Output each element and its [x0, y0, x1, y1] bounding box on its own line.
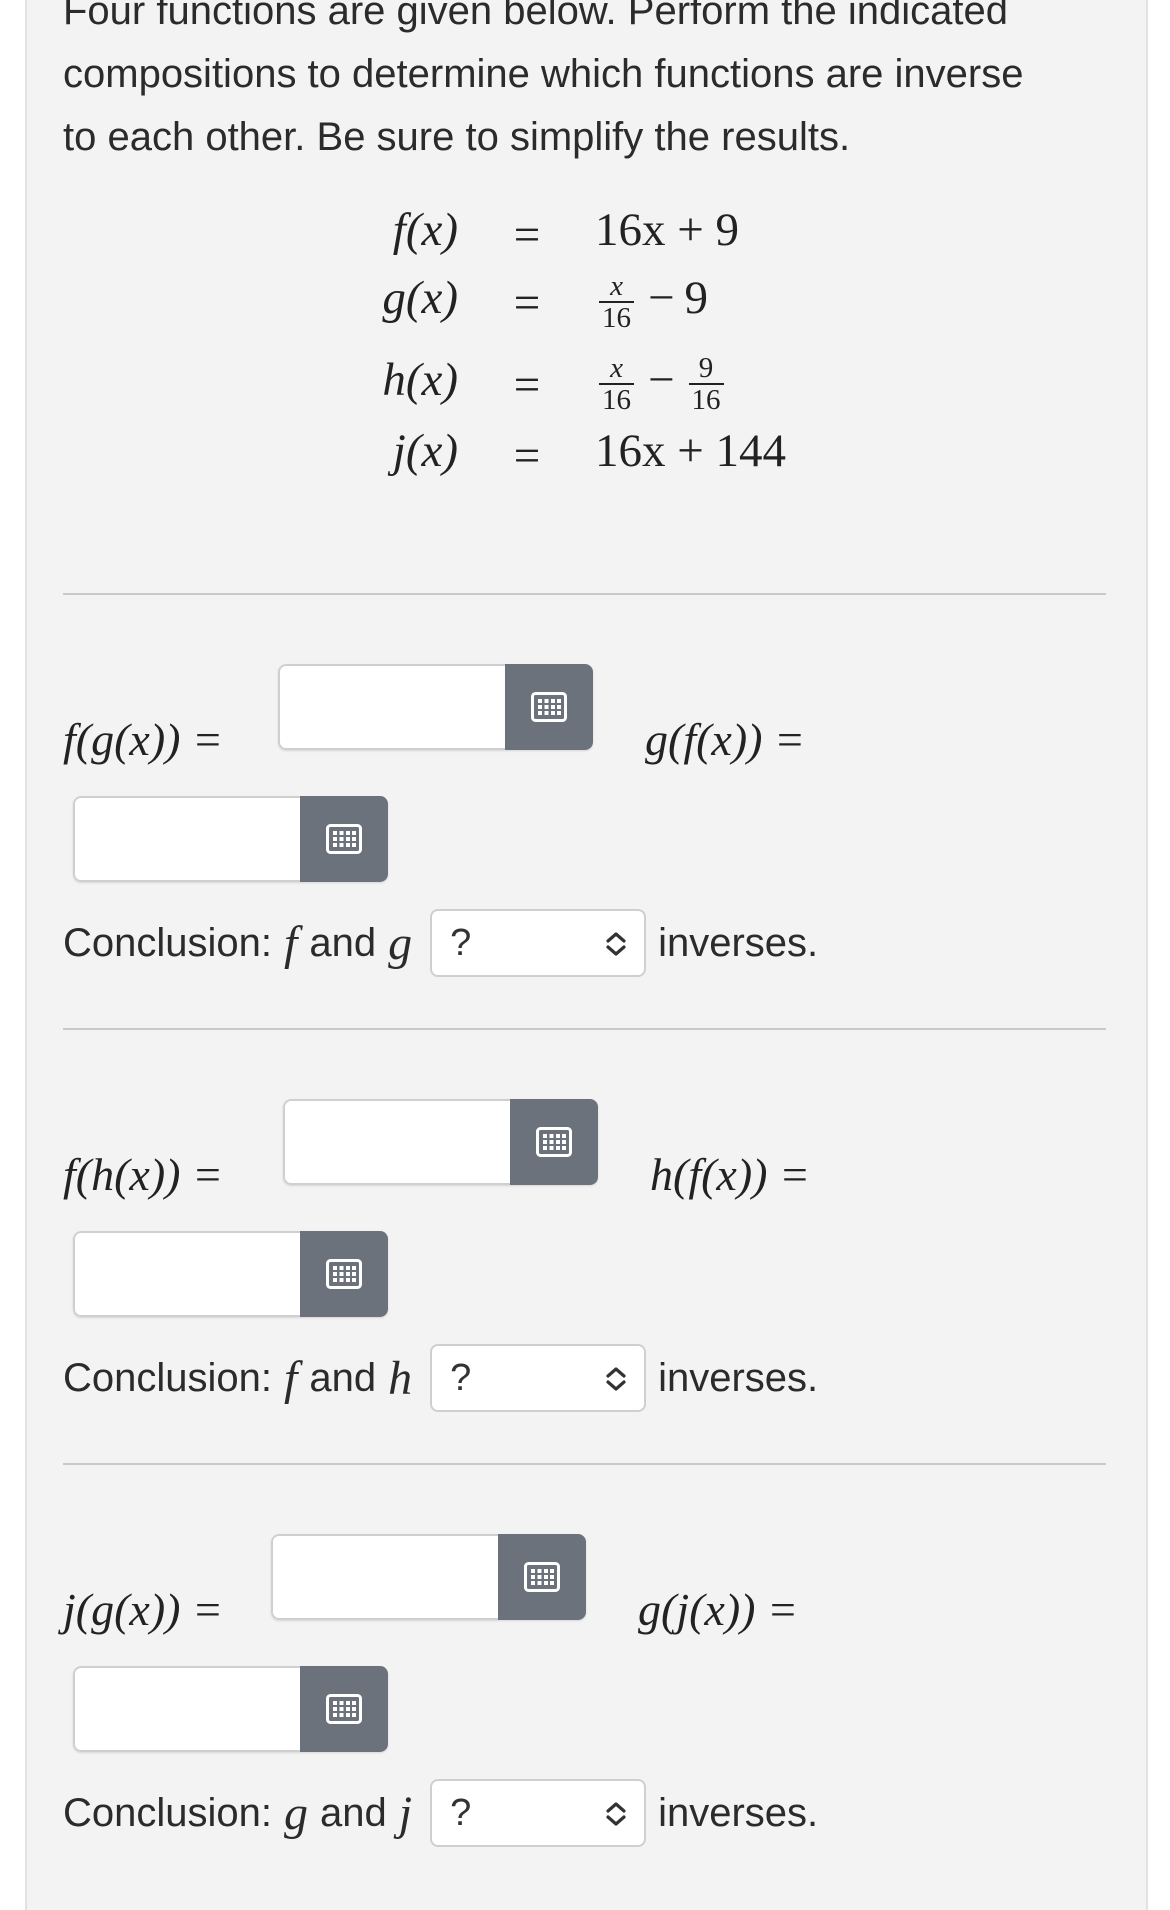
- conclusion-g-j: Conclusion: g and j ? inverses.: [63, 1777, 818, 1849]
- select-value: ?: [450, 1356, 472, 1399]
- conclusion-and: and: [320, 1790, 387, 1835]
- keypad-icon: [326, 1259, 362, 1289]
- composition-label-g-of-j: g(j(x)) =: [638, 1584, 799, 1635]
- keypad-icon: [536, 1127, 572, 1157]
- conclusion-f-g: Conclusion: f and g ? inverses.: [63, 907, 818, 979]
- keypad-button[interactable]: [300, 1231, 388, 1317]
- inverse-select-f-h[interactable]: ?: [430, 1344, 647, 1412]
- keypad-button[interactable]: [300, 1666, 388, 1752]
- answer-box-j-of-g: [271, 1534, 586, 1620]
- keypad-button[interactable]: [300, 796, 388, 882]
- function-h-name: h(x): [382, 354, 458, 406]
- chevron-up-down-icon: [606, 1802, 626, 1826]
- chevron-up-down-icon: [606, 1367, 626, 1391]
- function-variable: f: [284, 916, 298, 970]
- conclusion-f-h: Conclusion: f and h ? inverses.: [63, 1342, 818, 1414]
- keypad-icon: [531, 692, 567, 722]
- section-divider: [63, 1463, 1106, 1465]
- function-variable: j: [398, 1786, 413, 1840]
- answer-box-h-of-f: [73, 1231, 388, 1317]
- instruction-line: to each other. Be sure to simplify the r…: [63, 115, 851, 159]
- function-f-definition: 16x + 9: [595, 204, 740, 256]
- answer-box-f-of-h: [283, 1099, 598, 1185]
- keypad-icon: [326, 1694, 362, 1724]
- answer-box-g-of-f: [73, 796, 388, 882]
- keypad-icon: [524, 1562, 560, 1592]
- conclusion-suffix: inverses.: [658, 1790, 819, 1835]
- answer-input-g-of-f[interactable]: [73, 796, 300, 882]
- keypad-button[interactable]: [498, 1534, 586, 1620]
- keypad-icon: [326, 824, 362, 854]
- keypad-button[interactable]: [510, 1099, 598, 1185]
- function-j-name: j(x): [392, 425, 458, 477]
- chevron-up-down-icon: [606, 932, 626, 956]
- conclusion-prefix: Conclusion:: [63, 920, 273, 965]
- inverse-select-g-j[interactable]: ?: [430, 1779, 647, 1847]
- conclusion-and: and: [309, 1355, 377, 1400]
- function-variable: f: [284, 1351, 298, 1405]
- instruction-line: compositions to determine which function…: [63, 52, 1024, 96]
- equals-sign: =: [513, 277, 541, 329]
- problem-instructions: Four functions are given below. Perform …: [63, 0, 1103, 169]
- composition-label-f-of-g: f(g(x)) =: [63, 714, 224, 765]
- select-value: ?: [450, 921, 472, 964]
- equals-sign: =: [513, 209, 541, 261]
- function-g-definition: x 16−9: [595, 268, 708, 333]
- answer-input-j-of-g[interactable]: [271, 1534, 498, 1620]
- function-j-definition: 16x + 144: [595, 425, 787, 477]
- composition-label-j-of-g: j(g(x)) =: [63, 1584, 224, 1635]
- composition-label-f-of-h: f(h(x)) =: [63, 1149, 224, 1200]
- keypad-button[interactable]: [505, 664, 593, 750]
- fraction: x 16: [599, 353, 634, 415]
- instruction-line: Four functions are given below. Perform …: [63, 0, 1008, 33]
- answer-box-f-of-g: [278, 664, 593, 750]
- fraction: 9 16: [688, 353, 724, 415]
- function-variable: g: [284, 1786, 309, 1840]
- answer-box-g-of-j: [73, 1666, 388, 1752]
- answer-input-f-of-h[interactable]: [283, 1099, 510, 1185]
- conclusion-and: and: [309, 920, 377, 965]
- equals-sign: =: [513, 359, 541, 411]
- answer-input-h-of-f[interactable]: [73, 1231, 300, 1317]
- conclusion-prefix: Conclusion:: [63, 1355, 273, 1400]
- conclusion-suffix: inverses.: [658, 920, 819, 965]
- composition-label-h-of-f: h(f(x)) =: [650, 1149, 811, 1200]
- function-f-name: f(x): [392, 204, 458, 256]
- fraction: x 16: [599, 271, 634, 333]
- composition-label-g-of-f: g(f(x)) =: [645, 714, 806, 765]
- conclusion-suffix: inverses.: [658, 1355, 819, 1400]
- select-value: ?: [450, 1791, 472, 1834]
- equals-sign: =: [513, 430, 541, 482]
- function-g-name: g(x): [382, 272, 458, 324]
- function-h-definition: x 16−9 16: [595, 350, 728, 415]
- conclusion-prefix: Conclusion:: [63, 1790, 273, 1835]
- section-divider: [63, 593, 1106, 595]
- function-variable: g: [388, 916, 413, 970]
- function-variable: h: [388, 1351, 413, 1405]
- answer-input-f-of-g[interactable]: [278, 664, 505, 750]
- section-divider: [63, 1028, 1106, 1030]
- answer-input-g-of-j[interactable]: [73, 1666, 300, 1752]
- inverse-select-f-g[interactable]: ?: [430, 909, 647, 977]
